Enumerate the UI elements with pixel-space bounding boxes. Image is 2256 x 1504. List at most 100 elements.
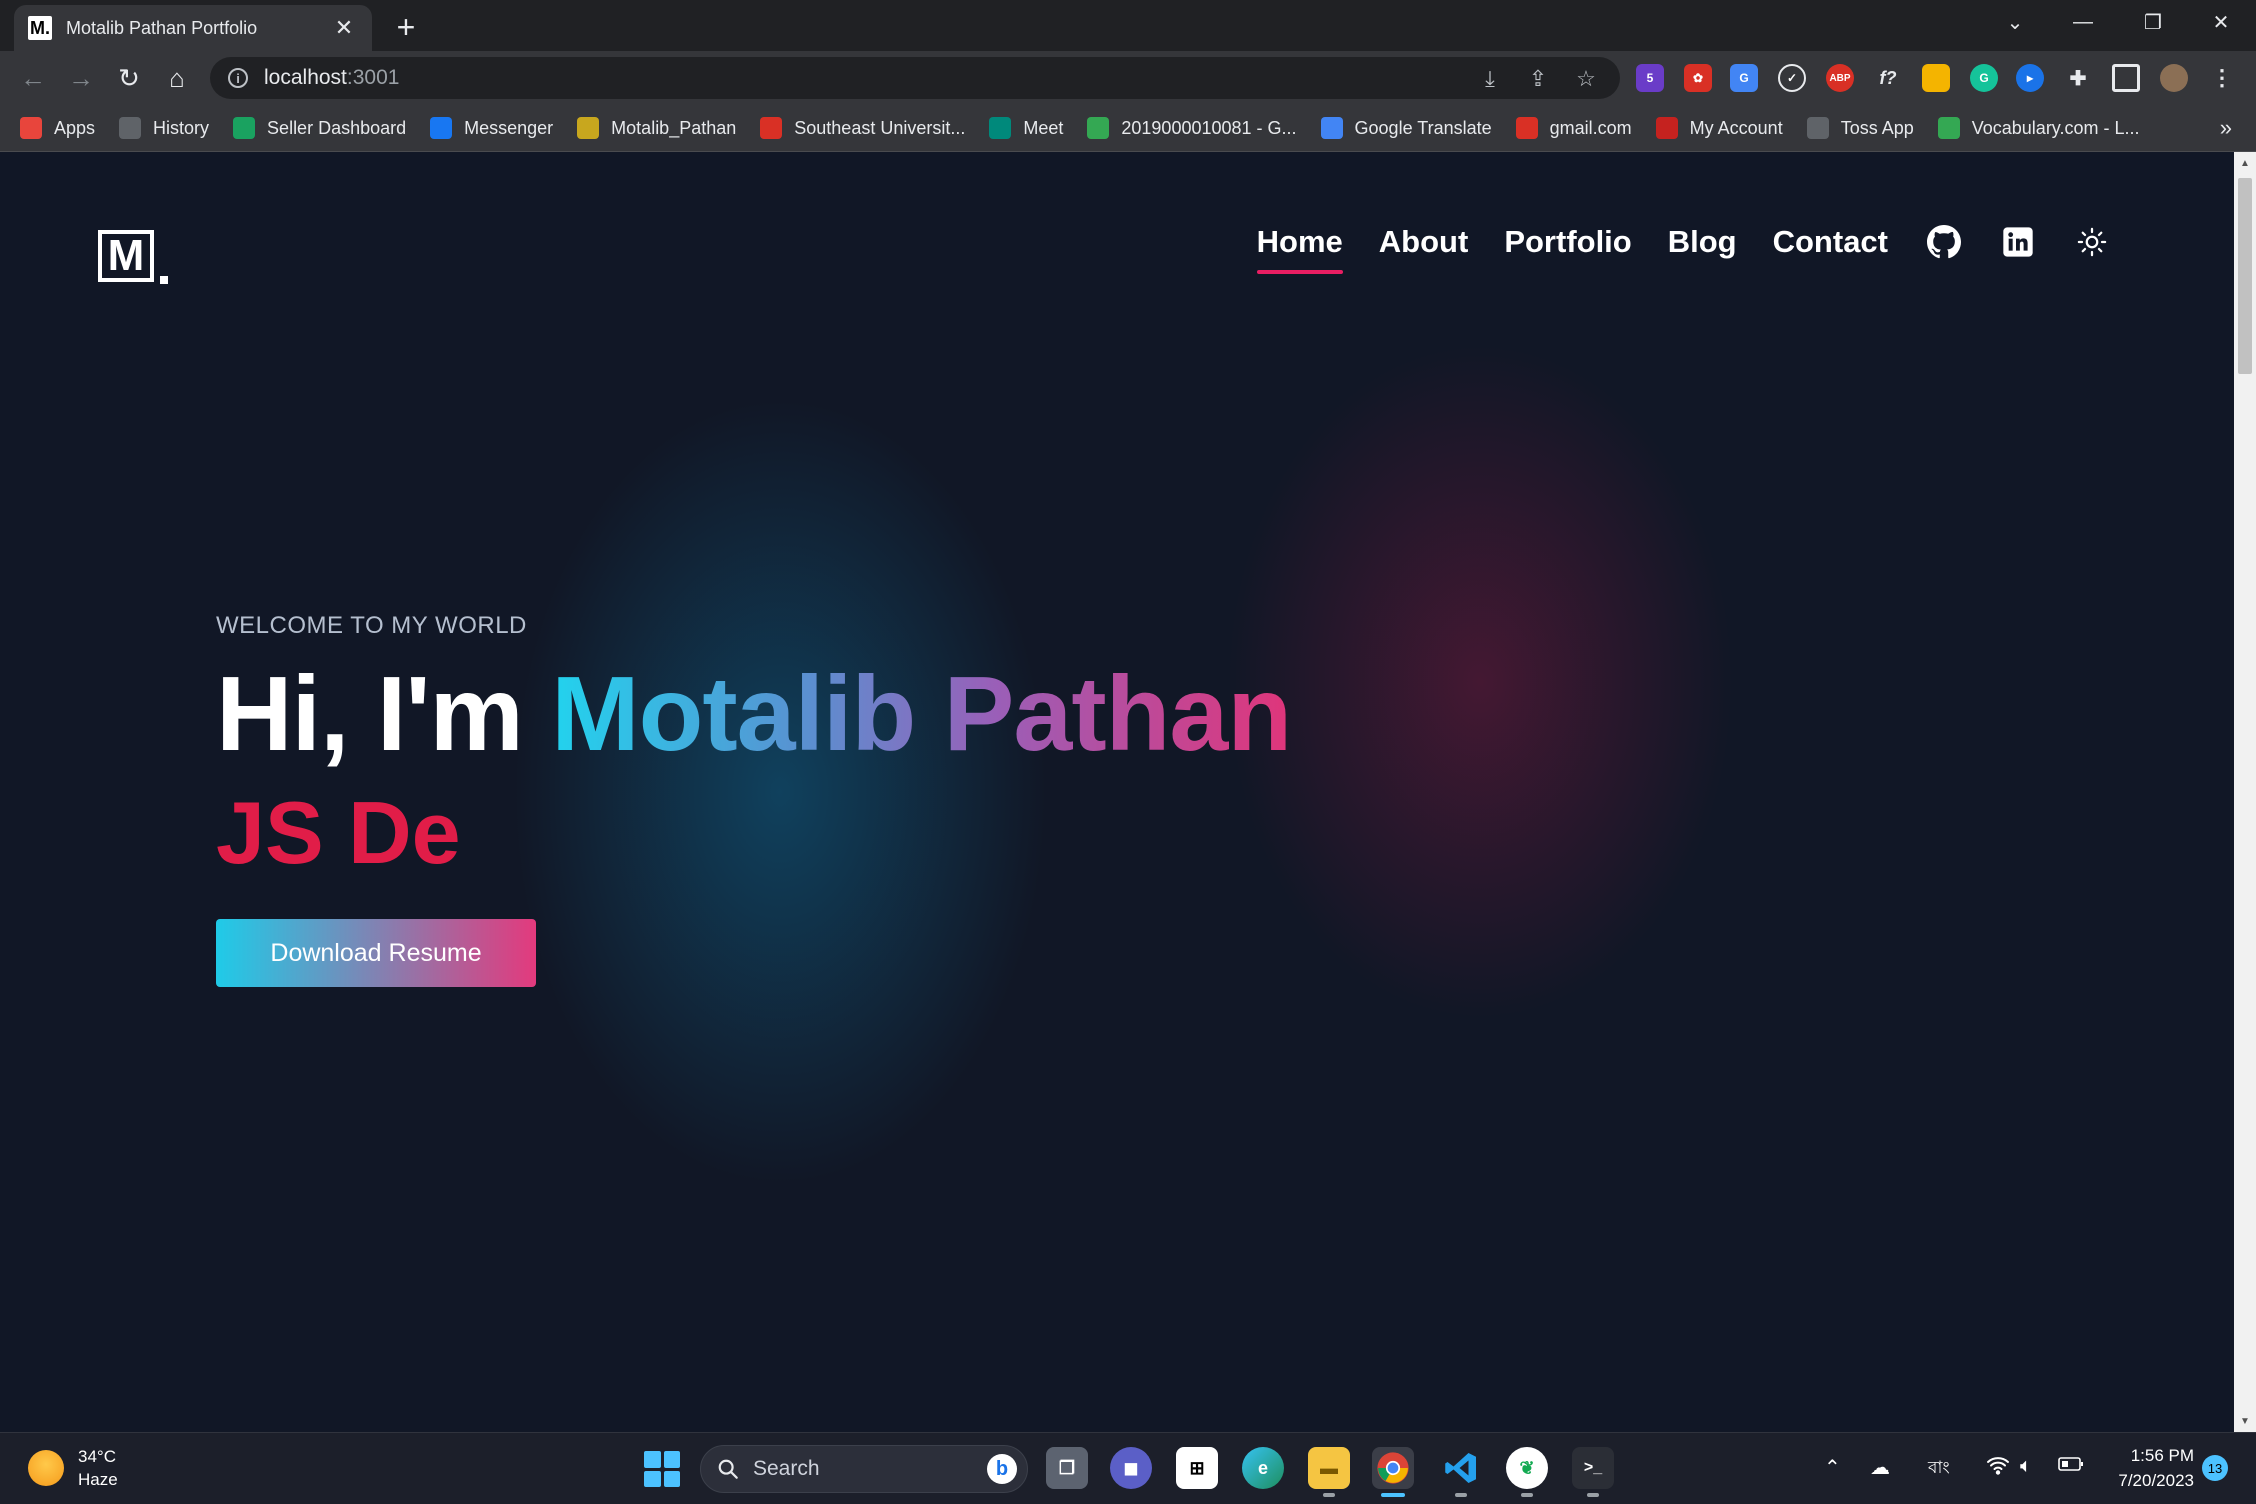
meet-icon xyxy=(989,117,1012,139)
home-button[interactable]: ⌂ xyxy=(158,59,196,97)
extensions-puzzle-icon[interactable]: ✚ xyxy=(2064,64,2092,92)
bookmark-label: gmail.com xyxy=(1549,117,1632,138)
bookmark-star-icon[interactable]: ☆ xyxy=(1572,65,1600,93)
nav-portfolio[interactable]: Portfolio xyxy=(1504,224,1631,274)
minimize-button[interactable]: — xyxy=(2048,0,2118,44)
keep-extension-icon[interactable] xyxy=(1922,64,1950,92)
bookmark-item[interactable]: Southeast Universit... xyxy=(760,117,965,139)
bookmark-label: My Account xyxy=(1689,117,1783,138)
address-bar[interactable]: i localhost:3001 ⤓ ⇪ ☆ xyxy=(210,57,1620,99)
volume-icon[interactable]: 🔈︎ xyxy=(2020,1455,2032,1478)
folder-image-icon xyxy=(577,117,600,139)
close-window-button[interactable]: ✕ xyxy=(2186,0,2256,44)
bookmark-item[interactable]: Toss App xyxy=(1806,117,1914,139)
taskbar-search[interactable]: Search b xyxy=(700,1445,1028,1493)
url-port: :3001 xyxy=(346,66,400,89)
tab-close-icon[interactable]: ✕ xyxy=(330,15,358,41)
bookmark-label: Meet xyxy=(1023,117,1064,138)
adblock-extension-icon[interactable]: ABP xyxy=(1826,64,1854,92)
search-icon xyxy=(718,1459,738,1479)
checkmark-extension-icon[interactable]: ✓ xyxy=(1778,64,1806,92)
system-clock[interactable]: 1:56 PM 7/20/2023 xyxy=(2100,1443,2194,1493)
chrome-browser-icon[interactable] xyxy=(1372,1447,1414,1497)
menu-kebab-icon[interactable]: ⋮ xyxy=(2208,64,2236,92)
extension-2-icon[interactable]: ✿ xyxy=(1684,64,1712,92)
start-windows-icon[interactable] xyxy=(644,1451,680,1487)
linkedin-icon[interactable] xyxy=(2000,224,2036,260)
site-logo[interactable]: M xyxy=(98,230,154,282)
clock-date: 7/20/2023 xyxy=(2118,1471,2194,1490)
browser-tab[interactable]: M. Motalib Pathan Portfolio ✕ xyxy=(14,5,372,51)
greeting-text: Hi, I'm xyxy=(216,655,552,773)
vocabulary-icon xyxy=(1937,117,1960,139)
notification-badge[interactable]: 13 xyxy=(2202,1455,2228,1481)
theme-toggle-sun-icon[interactable] xyxy=(2074,224,2110,260)
edge-browser-icon[interactable]: e xyxy=(1242,1447,1284,1489)
bookmark-label: Motalib_Pathan xyxy=(611,117,737,138)
scroll-up-arrow-icon[interactable]: ▲ xyxy=(2234,152,2256,174)
nav-about[interactable]: About xyxy=(1379,224,1469,274)
file-explorer-icon[interactable]: ▬ xyxy=(1308,1447,1350,1497)
haze-sun-icon xyxy=(28,1450,64,1486)
bookmark-label: Messenger xyxy=(464,117,554,138)
scroll-down-arrow-icon[interactable]: ▼ xyxy=(2234,1410,2256,1432)
font-extension-icon[interactable]: f? xyxy=(1874,64,1902,92)
site-info-icon[interactable]: i xyxy=(228,68,248,88)
bookmark-item[interactable]: 2019000010081 - G... xyxy=(1087,117,1297,139)
show-hidden-icons-chevron-icon[interactable]: ⌃ xyxy=(1824,1455,1841,1480)
bookmark-item[interactable]: Seller Dashboard xyxy=(233,117,406,139)
share-icon[interactable]: ⇪ xyxy=(1524,65,1552,93)
wifi-icon[interactable] xyxy=(1986,1455,2010,1481)
mongodb-compass-icon[interactable]: ❦ xyxy=(1506,1447,1548,1497)
bookmark-item[interactable]: Vocabulary.com - L... xyxy=(1937,117,2140,139)
bing-icon[interactable]: b xyxy=(987,1454,1017,1484)
bookmark-item[interactable]: Apps xyxy=(20,117,95,139)
task-view-icon[interactable]: ❐ xyxy=(1046,1447,1088,1489)
nav-home[interactable]: Home xyxy=(1256,224,1343,274)
more-bookmarks-icon[interactable]: » xyxy=(2220,115,2232,141)
restore-button[interactable]: ❐ xyxy=(2118,0,2188,44)
globe-icon xyxy=(1806,117,1829,139)
github-icon[interactable] xyxy=(1926,224,1962,260)
typed-role-text: JS De xyxy=(216,782,461,882)
vscode-icon[interactable] xyxy=(1440,1447,1482,1497)
scroll-thumb[interactable] xyxy=(2238,178,2252,374)
bookmark-item[interactable]: My Account xyxy=(1655,117,1783,139)
nav-blog[interactable]: Blog xyxy=(1668,224,1737,274)
browser-toolbar: ← → ↻ ⌂ i localhost:3001 ⤓ ⇪ ☆ 5 ✿ G ✓ A… xyxy=(0,51,2256,105)
bookmark-item[interactable]: Motalib_Pathan xyxy=(577,117,736,139)
install-app-icon[interactable]: ⤓ xyxy=(1476,65,1504,93)
grammarly-extension-icon[interactable]: G xyxy=(1970,64,1998,92)
tab-bar: M. Motalib Pathan Portfolio ✕ + ⌄ — ❐ ✕ xyxy=(0,0,2256,51)
bookmark-item[interactable]: Google Translate xyxy=(1320,117,1492,139)
bookmark-item[interactable]: Messenger xyxy=(430,117,553,139)
bookmark-item[interactable]: Meet xyxy=(989,117,1063,139)
reload-button[interactable]: ↻ xyxy=(110,59,148,97)
weather-widget[interactable]: 34°C Haze xyxy=(28,1445,118,1491)
battery-icon[interactable] xyxy=(2058,1455,2084,1478)
forward-button[interactable]: → xyxy=(62,59,100,97)
terminal-icon[interactable]: >_ xyxy=(1572,1447,1614,1497)
windows-taskbar: 34°C Haze Search b ❐ ◼ ⊞ e ▬ ❦ >_ ⌃ ☁ বা… xyxy=(0,1432,2256,1504)
nav-contact[interactable]: Contact xyxy=(1773,224,1888,274)
google-translate-extension-icon[interactable]: G xyxy=(1730,64,1758,92)
temperature: 34°C xyxy=(78,1447,116,1466)
language-indicator[interactable]: বাং xyxy=(1928,1455,1950,1483)
microsoft-store-icon[interactable]: ⊞ xyxy=(1176,1447,1218,1489)
profile-avatar[interactable] xyxy=(2160,64,2188,92)
side-panel-icon[interactable] xyxy=(2112,64,2140,92)
download-resume-button[interactable]: Download Resume xyxy=(216,919,536,988)
bookmark-item[interactable]: History xyxy=(119,117,209,139)
new-tab-button[interactable]: + xyxy=(388,10,424,46)
tab-search-icon[interactable]: ⌄ xyxy=(1980,0,2050,44)
search-placeholder: Search xyxy=(753,1457,820,1480)
bookmark-label: Google Translate xyxy=(1354,117,1492,138)
bookmark-item[interactable]: gmail.com xyxy=(1515,117,1632,139)
teams-chat-icon[interactable]: ◼ xyxy=(1110,1447,1152,1489)
main-nav: Home About Portfolio Blog Contact xyxy=(1221,224,2110,274)
back-button[interactable]: ← xyxy=(14,59,52,97)
onedrive-cloud-icon[interactable]: ☁ xyxy=(1870,1455,1890,1480)
extension-play-icon[interactable]: ▸ xyxy=(2016,64,2044,92)
page-scrollbar[interactable]: ▲ ▼ xyxy=(2234,152,2256,1432)
extension-1-icon[interactable]: 5 xyxy=(1636,64,1664,92)
